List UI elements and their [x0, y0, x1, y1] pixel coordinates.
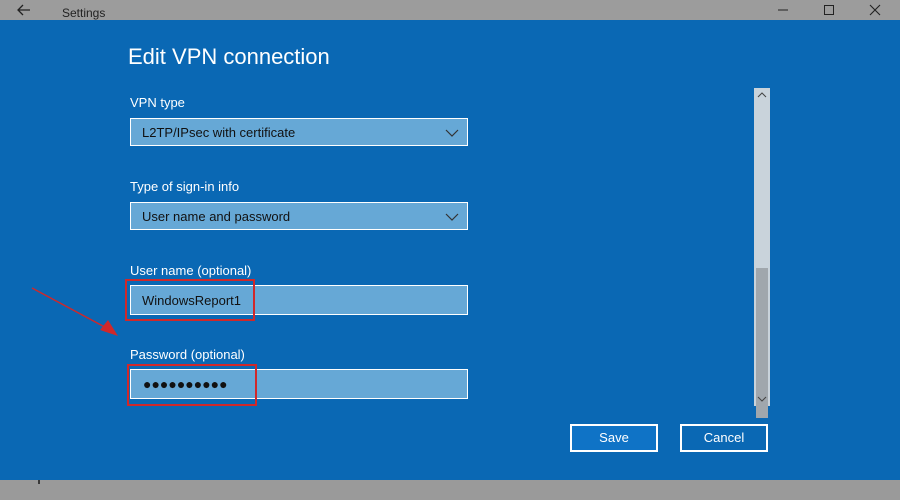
window-title: Settings	[62, 6, 106, 20]
scroll-down-icon[interactable]	[754, 392, 770, 406]
save-button[interactable]: Save	[570, 424, 658, 452]
cancel-button[interactable]: Cancel	[680, 424, 768, 452]
vertical-scrollbar[interactable]	[754, 88, 770, 418]
window-titlebar: Settings	[0, 0, 900, 20]
back-arrow-icon[interactable]	[14, 2, 34, 18]
minimize-icon[interactable]	[772, 2, 794, 18]
scroll-up-icon[interactable]	[754, 88, 770, 102]
password-label: Password (optional)	[130, 347, 245, 362]
vpn-type-label: VPN type	[130, 95, 185, 110]
username-highlight-box	[125, 279, 255, 321]
edit-vpn-dialog: Edit VPN connection VPN type L2TP/IPsec …	[0, 20, 900, 480]
annotation-arrow-icon	[28, 284, 128, 344]
password-highlight-box	[127, 364, 257, 406]
dialog-title: Edit VPN connection	[128, 44, 330, 69]
vpn-type-value: L2TP/IPsec with certificate	[142, 125, 296, 140]
maximize-icon[interactable]	[818, 2, 840, 18]
chevron-down-icon	[445, 210, 459, 224]
sign-in-type-label: Type of sign-in info	[130, 179, 240, 194]
sign-in-type-value: User name and password	[142, 209, 291, 224]
close-icon[interactable]	[864, 2, 886, 18]
background-window-area	[0, 480, 900, 500]
sign-in-type-select[interactable]: User name and password	[130, 202, 468, 230]
vpn-type-select[interactable]: L2TP/IPsec with certificate	[130, 118, 468, 146]
chevron-down-icon	[445, 126, 459, 140]
username-label: User name (optional)	[130, 263, 252, 278]
